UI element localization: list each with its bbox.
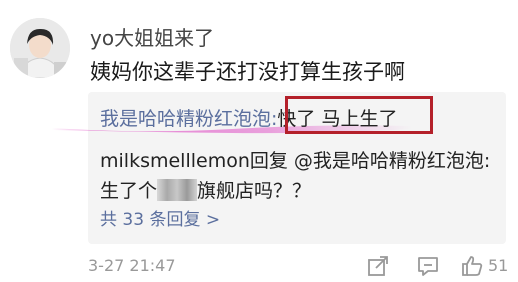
thumbs-up-icon[interactable] xyxy=(460,254,484,278)
mosaic-blur xyxy=(157,179,198,201)
like-count: 51 xyxy=(488,256,509,275)
share-icon[interactable] xyxy=(366,254,390,278)
more-replies-link[interactable]: 共 33 条回复 > xyxy=(100,205,220,230)
comment-icon[interactable] xyxy=(416,254,440,278)
avatar-image xyxy=(10,18,70,78)
comment-username[interactable]: yo大姐姐来了 xyxy=(90,22,214,51)
timestamp: 3-27 21:47 xyxy=(88,256,176,275)
reply-text-suffix: 旗舰店吗？？ xyxy=(197,180,312,202)
reply-username[interactable]: 我是哈哈精粉红泡泡: xyxy=(100,108,277,130)
red-annotation-box xyxy=(285,96,433,134)
comment-text: 姨妈你这辈子还打没打算生孩子啊 xyxy=(90,60,405,84)
reply-item-2: milksmelllemon回复 @我是哈哈精粉红泡泡:生了个 旗舰店吗？？ xyxy=(100,146,498,206)
avatar[interactable] xyxy=(10,18,70,78)
